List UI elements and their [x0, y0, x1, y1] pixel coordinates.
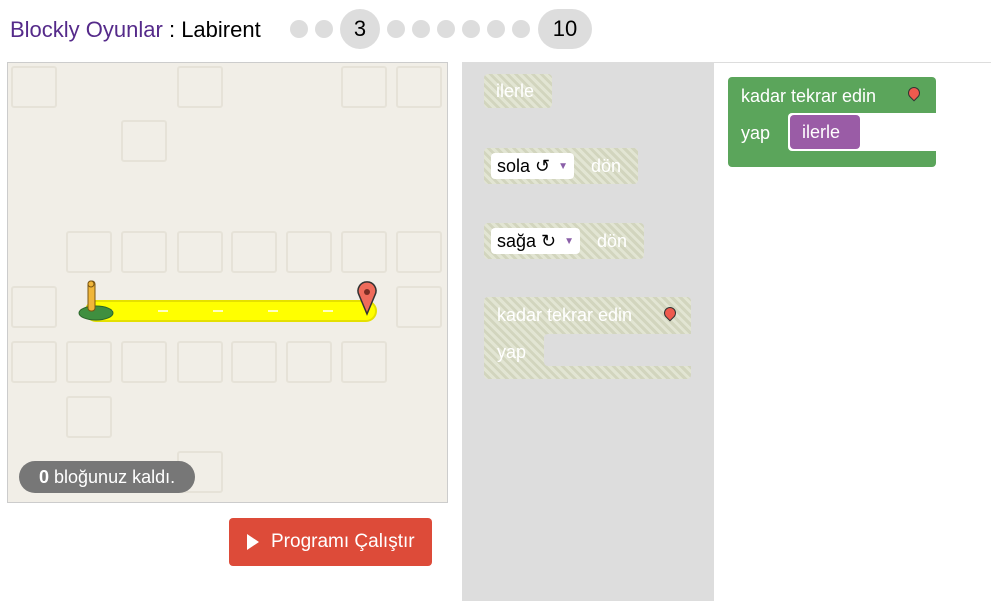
page-title: Blockly Oyunlar : Labirent [10, 17, 261, 43]
repeat-statement-slot [544, 334, 691, 366]
level-dot-7[interactable] [462, 20, 480, 38]
level-dot-4[interactable] [387, 20, 405, 38]
level-dot-1[interactable] [290, 20, 308, 38]
workspace-repeat-do-label: yap [741, 123, 771, 143]
capacity-count: 0 [39, 467, 50, 487]
capacity-badge: 0 bloğunuz kaldı. [19, 461, 196, 493]
play-icon [247, 534, 259, 550]
chevron-down-icon: ▼ [564, 236, 575, 248]
move-forward-label: ilerle [496, 81, 535, 101]
maze-canvas: 0 bloğunuz kaldı. [7, 62, 448, 503]
workspace-move-forward-label: ilerle [802, 122, 841, 142]
level-dot-5[interactable] [412, 20, 430, 38]
capacity-text: bloğunuz kaldı. [49, 467, 176, 487]
goal-pin-icon [905, 84, 923, 102]
run-program-label: Programı Çalıştır [271, 531, 415, 552]
turn-left-dropdown[interactable]: sola ↺ ▼ [491, 153, 575, 179]
workspace-block-move-forward[interactable]: ilerle [790, 115, 860, 149]
level-dot-2[interactable] [315, 20, 333, 38]
game-name: Labirent [181, 17, 261, 42]
run-program-button[interactable]: Programı Çalıştır [229, 518, 432, 566]
maze-path-layer [78, 280, 377, 322]
toolbox-block-turn-right[interactable]: sağa ↻ ▼ dön [484, 223, 644, 259]
turn-right-dropdown[interactable]: sağa ↻ ▼ [491, 228, 581, 254]
app-name-link[interactable]: Blockly Oyunlar [10, 17, 163, 42]
header: Blockly Oyunlar : Labirent 3 10 [0, 0, 991, 60]
toolbox-block-turn-left[interactable]: sola ↺ ▼ dön [484, 148, 638, 184]
goal-pin-icon [661, 304, 679, 322]
level-dot-9[interactable] [512, 20, 530, 38]
level-last[interactable]: 10 [538, 9, 592, 49]
level-dot-6[interactable] [437, 20, 455, 38]
title-separator: : [162, 17, 182, 42]
repeat-do-label: yap [497, 342, 527, 362]
toolbox-block-move-forward[interactable]: ilerle [484, 74, 552, 108]
workspace-repeat-label: kadar tekrar edin [741, 86, 877, 106]
workspace-block-repeat-until[interactable]: kadar tekrar edin yap ilerle [728, 77, 936, 167]
repeat-until-label: kadar tekrar edin [497, 305, 633, 325]
toolbox: ilerle sola ↺ ▼ dön sağa ↻ ▼ dön kadar tek… [462, 62, 714, 601]
level-dot-8[interactable] [487, 20, 505, 38]
chevron-down-icon: ▼ [558, 161, 569, 173]
turn-left-suffix: dön [591, 156, 622, 176]
turn-right-dropdown-value: sağa ↻ [497, 231, 557, 251]
level-current[interactable]: 3 [340, 9, 380, 49]
turn-left-dropdown-value: sola ↺ [497, 156, 551, 176]
workspace: kadar tekrar edin yap ilerle [714, 62, 991, 601]
toolbox-block-repeat-until[interactable]: kadar tekrar edin yap [484, 297, 691, 379]
turn-right-suffix: dön [597, 231, 628, 251]
